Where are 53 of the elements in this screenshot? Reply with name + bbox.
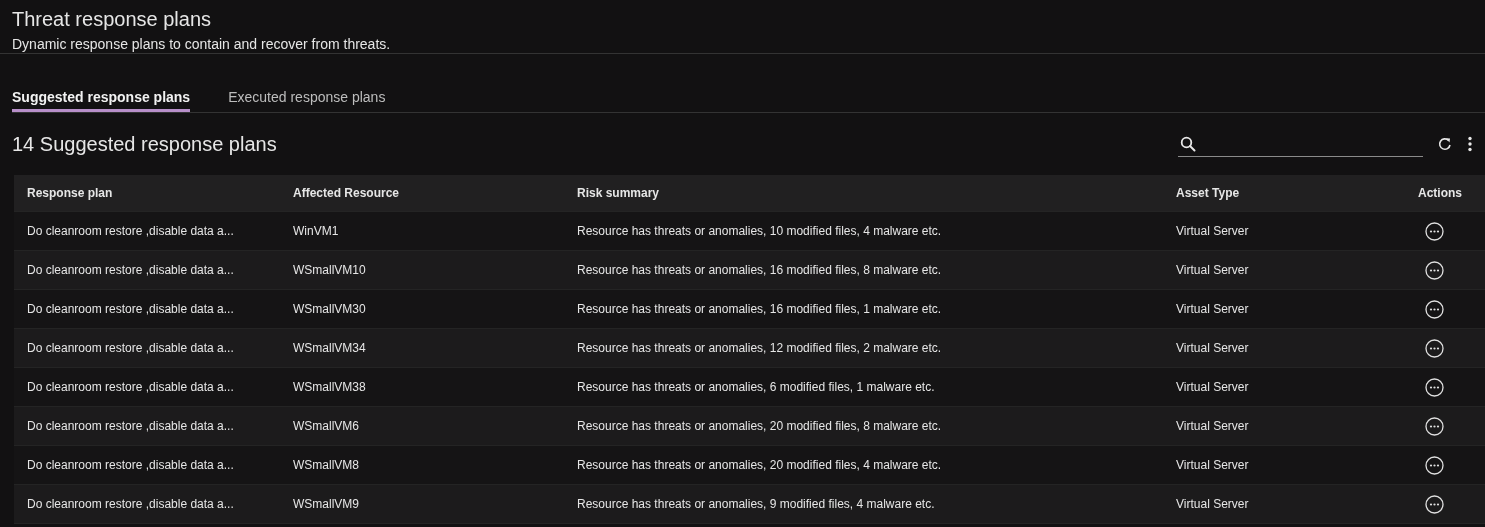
- table-cell: Resource has threats or anomalies, 16 modified files, 1 malware etc.: [577, 302, 942, 316]
- table-cell: Virtual Server: [1176, 458, 1249, 472]
- table-cell: Virtual Server: [1176, 263, 1249, 277]
- table-cell: Virtual Server: [1176, 497, 1249, 511]
- tab[interactable]: Executed response plans: [228, 80, 398, 112]
- table-cell: Virtual Server: [1176, 380, 1249, 394]
- search-icon: [1180, 135, 1196, 152]
- more-options-icon[interactable]: [1425, 260, 1444, 280]
- table-cell: Resource has threats or anomalies, 6 modified files, 1 malware etc.: [577, 380, 935, 394]
- column-header: Affected Resource: [293, 186, 400, 200]
- table-cell: Do cleanroom restore ,disable data a...: [27, 380, 234, 394]
- table-cell: Do cleanroom restore ,disable data a...: [27, 263, 234, 277]
- table-cell: WSmallVM10: [293, 263, 366, 277]
- page-title: Threat response plans: [12, 7, 212, 32]
- table-cell: Do cleanroom restore ,disable data a...: [27, 224, 234, 238]
- table-cell: Resource has threats or anomalies, 9 modified files, 4 malware etc.: [577, 497, 935, 511]
- page-subtitle: Dynamic response plans to contain and recover from threats.: [12, 36, 392, 52]
- column-header: Actions: [1418, 186, 1462, 200]
- more-options-icon[interactable]: [1425, 494, 1444, 514]
- table-cell: WSmallVM38: [293, 380, 366, 394]
- table-cell: Do cleanroom restore ,disable data a...: [27, 419, 234, 433]
- more-icon[interactable]: [1467, 136, 1473, 152]
- table-cell: Do cleanroom restore ,disable data a...: [27, 497, 234, 511]
- table-cell: Virtual Server: [1176, 341, 1249, 355]
- more-options-icon[interactable]: [1425, 299, 1444, 319]
- column-header: Response plan: [27, 186, 113, 200]
- table-cell: Do cleanroom restore ,disable data a...: [27, 302, 234, 316]
- more-options-icon[interactable]: [1425, 416, 1444, 436]
- column-header: Asset Type: [1176, 186, 1240, 200]
- table-cell: WSmallVM8: [293, 458, 359, 472]
- tab[interactable]: Suggested response plans: [12, 80, 191, 112]
- table-cell: WSmallVM30: [293, 302, 366, 316]
- table-cell: Resource has threats or anomalies, 10 modified files, 4 malware etc.: [577, 224, 942, 238]
- more-options-icon[interactable]: [1425, 338, 1444, 358]
- table-cell: Virtual Server: [1176, 419, 1249, 433]
- table-cell: Do cleanroom restore ,disable data a...: [27, 341, 234, 355]
- table-cell: WSmallVM6: [293, 419, 359, 433]
- more-options-icon[interactable]: [1425, 455, 1444, 475]
- list-heading: 14 Suggested response plans: [12, 132, 277, 156]
- column-header: Risk summary: [577, 186, 660, 200]
- table-cell: Virtual Server: [1176, 302, 1249, 316]
- table-cell: Resource has threats or anomalies, 12 modified files, 2 malware etc.: [577, 341, 942, 355]
- more-options-icon[interactable]: [1425, 221, 1444, 241]
- table-cell: WSmallVM9: [293, 497, 359, 511]
- table-cell: Resource has threats or anomalies, 16 modified files, 8 malware etc.: [577, 263, 942, 277]
- table-cell: Virtual Server: [1176, 224, 1249, 238]
- more-options-icon[interactable]: [1425, 377, 1444, 397]
- table-cell: Resource has threats or anomalies, 20 modified files, 4 malware etc.: [577, 458, 942, 472]
- refresh-icon[interactable]: [1437, 136, 1453, 152]
- table-cell: WSmallVM34: [293, 341, 366, 355]
- table-cell: Do cleanroom restore ,disable data a...: [27, 458, 234, 472]
- table-cell: Resource has threats or anomalies, 20 modified files, 8 malware etc.: [577, 419, 942, 433]
- table-cell: WinVM1: [293, 224, 339, 238]
